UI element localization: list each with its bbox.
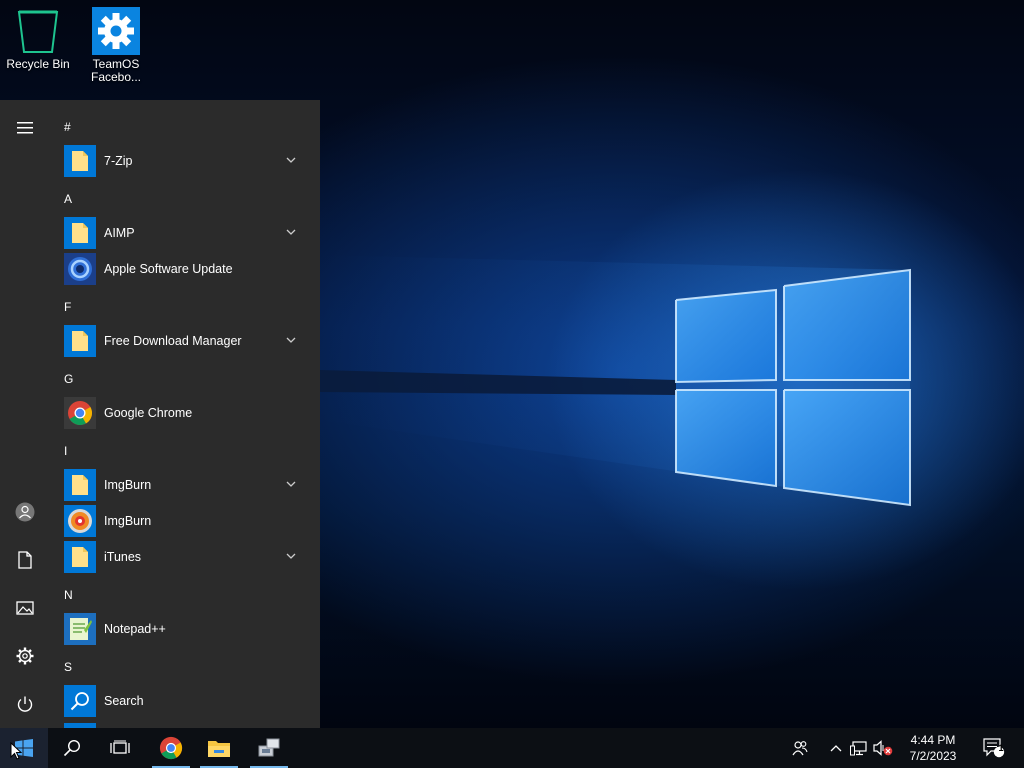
show-hidden-icons-button[interactable]	[824, 728, 848, 768]
app-name: iTunes	[104, 550, 142, 564]
taskbar-clock[interactable]: 4:44 PM 7/2/2023	[896, 728, 970, 768]
volume-control[interactable]	[871, 728, 895, 768]
start-menu-rail	[0, 100, 50, 728]
chrome-icon	[64, 397, 96, 429]
apple-software-update-icon	[64, 253, 96, 285]
app-name: Notepad++	[104, 622, 166, 636]
desktop-icon-label: Recycle Bin	[6, 57, 70, 71]
gear-icon	[92, 6, 140, 56]
app-name: Apple Software Update	[104, 262, 233, 276]
network-icon	[850, 741, 867, 756]
search-icon	[63, 739, 81, 757]
pictures-icon	[16, 601, 34, 615]
desktop-icon-recycle-bin[interactable]: Recycle Bin	[0, 0, 76, 71]
chevron-up-icon	[830, 745, 842, 752]
chrome-icon	[159, 736, 183, 760]
folder-icon	[64, 469, 96, 501]
app-item-apple-software-update[interactable]: Apple Software Update	[50, 251, 312, 287]
app-item-partial[interactable]	[50, 721, 312, 728]
group-header-f[interactable]: F	[64, 300, 71, 314]
file-explorer-icon	[208, 741, 230, 757]
mouse-cursor-icon	[10, 742, 22, 760]
people-button[interactable]	[788, 728, 812, 768]
desktop-icon-teamos[interactable]: TeamOS Facebo...	[78, 0, 154, 84]
chevron-down-icon	[286, 337, 296, 343]
chevron-down-icon	[286, 553, 296, 559]
volume-muted-icon	[873, 740, 893, 756]
settings-button[interactable]	[0, 634, 50, 678]
app-item-imgburn[interactable]: ImgBurn	[50, 503, 312, 539]
chevron-down-icon	[286, 157, 296, 163]
chevron-down-icon	[286, 481, 296, 487]
app-item-search[interactable]: Search	[50, 683, 312, 719]
start-menu: # 7-Zip A AIMP Apple Software Update F F…	[0, 100, 320, 728]
taskbar-file-explorer[interactable]	[196, 728, 242, 768]
app-item-aimp[interactable]: AIMP	[50, 215, 312, 251]
app-name: Free Download Manager	[104, 334, 242, 348]
power-icon	[17, 696, 33, 712]
group-header-a[interactable]: A	[64, 192, 72, 206]
documents-button[interactable]	[0, 538, 50, 582]
app-list[interactable]: # 7-Zip A AIMP Apple Software Update F F…	[50, 100, 320, 728]
clock-date: 7/2/2023	[909, 749, 957, 763]
app-name: Google Chrome	[104, 406, 193, 420]
user-icon	[15, 502, 35, 522]
account-button[interactable]	[0, 490, 50, 534]
people-icon	[792, 741, 808, 756]
notification-count-badge: 1	[998, 743, 1004, 753]
pictures-button[interactable]	[0, 586, 50, 630]
action-center-button[interactable]: 1	[980, 728, 1008, 768]
folder-icon	[64, 541, 96, 573]
folder-icon	[64, 325, 96, 357]
task-view-button[interactable]	[96, 728, 144, 768]
app-item-imgburn-folder[interactable]: ImgBurn	[50, 467, 312, 503]
imgburn-icon	[64, 505, 96, 537]
taskbar-search-button[interactable]	[48, 728, 96, 768]
app-name: Search	[104, 694, 144, 708]
app-item-itunes[interactable]: iTunes	[50, 539, 312, 575]
taskbar-chrome[interactable]	[148, 728, 194, 768]
chevron-down-icon	[286, 229, 296, 235]
folder-icon	[64, 217, 96, 249]
gear-icon	[16, 647, 34, 665]
app-name: 7-Zip	[104, 154, 133, 168]
power-button[interactable]	[0, 682, 50, 726]
group-header-i[interactable]: I	[64, 444, 67, 458]
app-name: ImgBurn	[104, 478, 152, 492]
search-icon	[64, 685, 96, 717]
app-item-free-download-manager[interactable]: Free Download Manager	[50, 323, 312, 359]
app-item-google-chrome[interactable]: Google Chrome	[50, 395, 312, 431]
app-name: ImgBurn	[104, 514, 152, 528]
taskbar-network-app[interactable]	[246, 728, 292, 768]
group-header-s[interactable]: S	[64, 660, 72, 674]
task-view-icon	[110, 740, 130, 754]
app-name: AIMP	[104, 226, 135, 240]
document-icon	[18, 551, 32, 569]
group-header-hash[interactable]: #	[64, 120, 71, 134]
group-header-n[interactable]: N	[64, 588, 73, 602]
app-item-notepad-plus-plus[interactable]: Notepad++	[50, 611, 312, 647]
app-item-7zip[interactable]: 7-Zip	[50, 143, 312, 179]
group-header-g[interactable]: G	[64, 372, 73, 386]
recycle-bin-icon	[14, 6, 62, 56]
desktop-icon-label: TeamOS Facebo...	[90, 57, 142, 84]
expand-menu-button[interactable]	[0, 106, 50, 150]
clock-time: 4:44 PM	[910, 733, 956, 747]
folder-icon	[64, 145, 96, 177]
network-status[interactable]	[847, 728, 871, 768]
start-button[interactable]	[0, 728, 48, 768]
hamburger-icon	[17, 122, 33, 134]
notepad-plus-plus-icon	[64, 613, 96, 645]
network-app-icon	[258, 738, 280, 757]
taskbar: 4:44 PM 7/2/2023 1	[0, 728, 1024, 768]
